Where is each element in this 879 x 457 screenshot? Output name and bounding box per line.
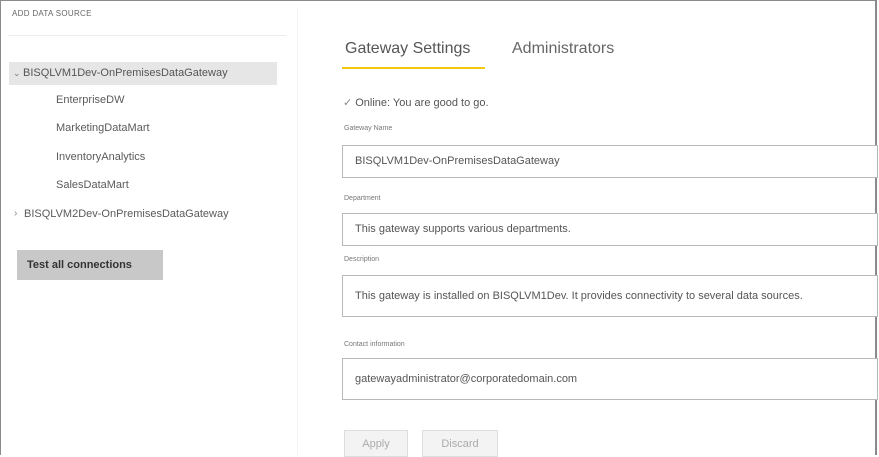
contact-information-input[interactable]: gatewayadministrator@corporatedomain.com [342, 358, 878, 400]
active-tab-indicator [342, 67, 485, 69]
tree-item-datasource-inventoryanalytics[interactable]: InventoryAnalytics [56, 149, 145, 165]
add-data-source-link[interactable]: ADD DATA SOURCE [12, 9, 92, 18]
discard-button[interactable]: Discard [422, 430, 498, 457]
tree-item-gateway-1[interactable]: ⌄ BISQLVM1Dev-OnPremisesDataGateway [9, 62, 277, 85]
header-divider [8, 35, 286, 36]
chevron-down-icon[interactable]: ⌄ [13, 62, 21, 85]
gateway-status: ✓ Online: You are good to go. [343, 96, 489, 109]
gateway-name-input[interactable]: BISQLVM1Dev-OnPremisesDataGateway [342, 145, 878, 178]
chevron-right-icon[interactable]: › [14, 206, 17, 222]
department-input[interactable]: This gateway supports various department… [342, 213, 878, 246]
gateway-1-label: BISQLVM1Dev-OnPremisesDataGateway [23, 67, 228, 79]
department-label: Department [344, 195, 381, 202]
apply-button[interactable]: Apply [344, 430, 408, 457]
description-textarea[interactable]: This gateway is installed on BISQLVM1Dev… [342, 275, 878, 317]
panel-divider [297, 8, 298, 455]
gateway-name-label: Gateway Name [344, 125, 393, 132]
tree-item-gateway-2[interactable]: › BISQLVM2Dev-OnPremisesDataGateway [14, 206, 229, 222]
tree-item-datasource-enterprisedw[interactable]: EnterpriseDW [56, 92, 124, 108]
test-all-connections-button[interactable]: Test all connections [17, 250, 163, 280]
status-text: Online: You are good to go. [355, 97, 489, 109]
contact-information-label: Contact information [344, 341, 405, 348]
tab-administrators[interactable]: Administrators [512, 40, 614, 58]
description-label: Description [344, 256, 380, 263]
tree-item-datasource-marketingdatamart[interactable]: MarketingDataMart [56, 120, 150, 136]
tree-item-datasource-salesdatamart[interactable]: SalesDataMart [56, 177, 129, 193]
check-icon: ✓ [343, 97, 353, 109]
tab-gateway-settings[interactable]: Gateway Settings [345, 40, 470, 58]
gateway-2-label: BISQLVM2Dev-OnPremisesDataGateway [24, 208, 229, 220]
